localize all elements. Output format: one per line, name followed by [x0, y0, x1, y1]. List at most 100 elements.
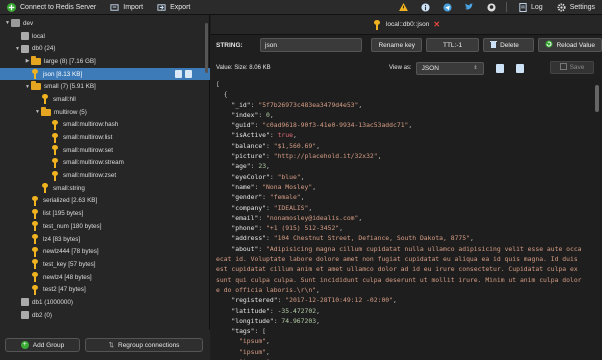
tree-database[interactable]: ▼ db0 (24)	[0, 42, 210, 55]
tree-key[interactable]: newlz4 [48 bytes]	[0, 271, 210, 284]
rename-key-button[interactable]: Rename key	[371, 38, 422, 52]
format-icon[interactable]	[515, 63, 524, 73]
code-token: "blue"	[277, 172, 301, 181]
tree-key[interactable]: newlz444 [78 bytes]	[0, 245, 210, 258]
tree-key[interactable]: small:multirow:zset	[0, 169, 210, 182]
view-as-label: View as:	[389, 65, 412, 71]
tree-scrollbar[interactable]	[205, 23, 208, 73]
code-token: ,	[469, 234, 474, 243]
add-group-button[interactable]: + Add Group	[5, 338, 80, 352]
expand-caret-icon[interactable]: ▼	[34, 109, 41, 115]
tab-key-json[interactable]: local::db0::json ✕	[373, 19, 440, 30]
save-label: Save	[569, 64, 585, 71]
import-icon	[110, 3, 119, 12]
code-token: "$1,560.69"	[273, 141, 317, 150]
code-token: -35.472702	[277, 306, 317, 315]
tree-server[interactable]: ▼ dev	[0, 17, 210, 30]
tree-key[interactable]: small:multirow:set	[0, 144, 210, 157]
tab-bar: local::db0::json ✕	[211, 15, 602, 35]
code-token: ,	[393, 296, 397, 305]
key-icon	[31, 195, 39, 206]
editor-line: "guid": "c0ad9618-90f3-41e0-9934-13ac53a…	[216, 120, 602, 130]
value-size-info: Value: Size: 8.06 KB	[216, 65, 271, 71]
plus-circle-icon: +	[20, 341, 29, 349]
editor-scrollbar[interactable]	[595, 85, 599, 112]
code-token: ,	[316, 141, 320, 150]
tree-key[interactable]: small:hll	[0, 93, 210, 106]
delete-button[interactable]: Delete	[483, 38, 535, 52]
code-token: [	[216, 80, 220, 88]
tree-key[interactable]: small:multirow:hash	[0, 119, 210, 132]
tree-key[interactable]: small:multirow:list	[0, 131, 210, 144]
tree-key[interactable]: serialized [2.63 KB]	[0, 195, 210, 208]
code-token: "name"	[216, 182, 255, 191]
tree-database[interactable]: local	[0, 30, 210, 43]
tree-key[interactable]: lz4 [83 bytes]	[0, 233, 210, 246]
tree-folder[interactable]: ▼ small (7) [5.91 KB]	[0, 80, 210, 93]
delete-label: Delete	[500, 41, 519, 49]
close-icon[interactable]: ✕	[433, 20, 440, 29]
code-token: ,	[316, 306, 320, 315]
save-button[interactable]: Save	[550, 61, 594, 74]
expand-caret-icon[interactable]: ▼	[4, 20, 11, 26]
tree-item-label: large (8) [7.16 GB]	[44, 57, 96, 65]
editor-line: {	[216, 89, 602, 99]
view-as-select[interactable]: JSON ⇕	[415, 61, 484, 75]
log-button[interactable]: Log	[511, 0, 550, 15]
tree-folder[interactable]: ▼ multirow (5)	[0, 106, 210, 119]
code-token: ,	[408, 121, 413, 130]
regroup-icon: ⇅	[108, 342, 114, 349]
import-button[interactable]: Import	[103, 0, 150, 15]
key-icon	[41, 183, 49, 194]
ttl-button[interactable]: TTL:-1	[425, 38, 480, 52]
warning-icon[interactable]	[392, 0, 414, 15]
tree-key[interactable]: test2 [47 bytes]	[0, 283, 210, 296]
tree-folder[interactable]: ▶ large (8) [7.16 GB]	[0, 55, 210, 68]
export-button[interactable]: Export	[150, 0, 197, 15]
tree-key[interactable]: json [8.13 KB]	[0, 67, 210, 81]
tree-item-label: small:hll	[53, 95, 76, 103]
code-token: "guid"	[216, 121, 255, 130]
key-icon	[31, 208, 39, 219]
tree-database[interactable]: db2 (0)	[0, 309, 210, 322]
expand-caret-icon[interactable]: ▼	[24, 84, 31, 90]
tree-key[interactable]: small:multirow:stream	[0, 157, 210, 170]
tree-key[interactable]: list [195 bytes]	[0, 207, 210, 220]
reload-value-button[interactable]: Reload Value	[538, 38, 602, 52]
export-icon	[157, 3, 166, 12]
key-icon	[51, 157, 59, 168]
regroup-connections-button[interactable]: ⇅ Regroup connections	[85, 338, 203, 352]
expand-caret-icon[interactable]: ▼	[14, 46, 21, 52]
code-token: : [	[254, 327, 267, 336]
twitter-icon[interactable]	[458, 0, 480, 15]
tree-item-label: lz4 [83 bytes]	[43, 235, 81, 243]
connect-button[interactable]: Connect to Redis Server	[0, 0, 103, 15]
tree-database[interactable]: db1 (1000000)	[0, 296, 210, 309]
db-icon	[21, 298, 29, 307]
github-icon[interactable]	[480, 0, 502, 15]
editor-line: "latitude": -35.472702,	[216, 306, 602, 316]
info-icon[interactable]	[414, 0, 436, 15]
tree-key[interactable]: small:string	[0, 182, 210, 195]
copy-icon[interactable]	[495, 63, 504, 73]
copy-icon[interactable]	[175, 69, 182, 78]
settings-button[interactable]: Settings	[550, 0, 602, 15]
code-token: e do officia laboris.\r\n"	[216, 285, 317, 294]
code-token: "address"	[216, 234, 267, 243]
delete-icon[interactable]	[185, 69, 192, 78]
value-editor[interactable]: [ { "_id": "5f7b26973c483ea3479d4e53", "…	[211, 79, 602, 360]
code-token: ,	[358, 100, 363, 109]
key-name-input[interactable]: json	[260, 38, 363, 52]
telegram-icon[interactable]	[436, 0, 458, 15]
key-icon	[31, 69, 39, 80]
code-token: ,	[300, 172, 305, 181]
editor-line: "ipsum",	[216, 347, 602, 357]
code-token: "ipsum"	[216, 347, 267, 356]
tree-key[interactable]: test_key [57 bytes]	[0, 258, 210, 271]
tree-key[interactable]: test_num [180 bytes]	[0, 220, 210, 233]
folder-icon	[31, 55, 41, 65]
expand-caret-icon[interactable]: ▶	[24, 58, 31, 64]
tree-item-label: test2 [47 bytes]	[43, 286, 86, 294]
code-token: :	[258, 244, 267, 253]
save-icon	[559, 63, 567, 72]
